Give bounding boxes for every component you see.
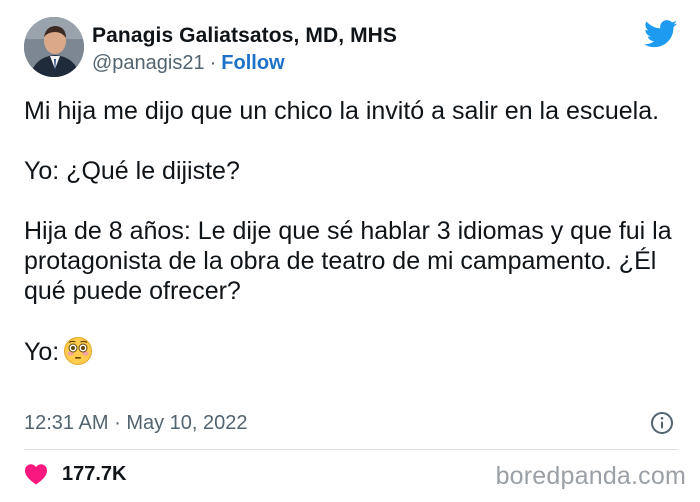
tweet-date: May 10, 2022 bbox=[126, 412, 248, 434]
like-action[interactable]: 177.7K bbox=[24, 459, 127, 489]
author-handle-row: @panagis21 · Follow bbox=[92, 50, 397, 76]
timestamp-separator: · bbox=[114, 412, 121, 434]
tweet-paragraph: Yo: ¿Qué le dijiste? bbox=[24, 157, 240, 185]
flushed-face-emoji bbox=[64, 337, 93, 365]
tweet-time: 12:31 AM bbox=[24, 412, 109, 434]
tweet-paragraph: Hija de 8 años: Le dije que sé hablar 3 … bbox=[24, 217, 672, 305]
follow-link[interactable]: Follow bbox=[221, 52, 284, 74]
info-icon[interactable] bbox=[650, 411, 674, 435]
heart-icon[interactable] bbox=[24, 463, 48, 485]
tweet-paragraph: Mi hija me dijo que un chico la invitó a… bbox=[24, 97, 660, 125]
avatar[interactable] bbox=[24, 17, 84, 77]
tweet-card: Panagis Galiatsatos, MD, MHS @panagis21 ·… bbox=[0, 0, 700, 502]
author-name[interactable]: Panagis Galiatsatos, MD, MHS bbox=[92, 23, 397, 49]
author-handle[interactable]: @panagis21 bbox=[92, 52, 205, 74]
tweet-paragraph-text: Yo: bbox=[24, 338, 60, 366]
author-block: Panagis Galiatsatos, MD, MHS @panagis21 ·… bbox=[92, 23, 397, 76]
tweet-paragraph-last: Yo: bbox=[24, 336, 684, 367]
watermark: boredpanda.com bbox=[495, 462, 686, 490]
tweet-timestamp[interactable]: 12:31 AM · May 10, 2022 bbox=[24, 410, 248, 436]
handle-separator: · bbox=[209, 52, 217, 74]
like-count: 177.7K bbox=[62, 462, 127, 485]
divider bbox=[24, 449, 678, 450]
avatar-photo bbox=[24, 17, 84, 77]
twitter-bird-icon[interactable] bbox=[644, 20, 678, 48]
tweet-text: Mi hija me dijo que un chico la invitó a… bbox=[24, 96, 684, 367]
